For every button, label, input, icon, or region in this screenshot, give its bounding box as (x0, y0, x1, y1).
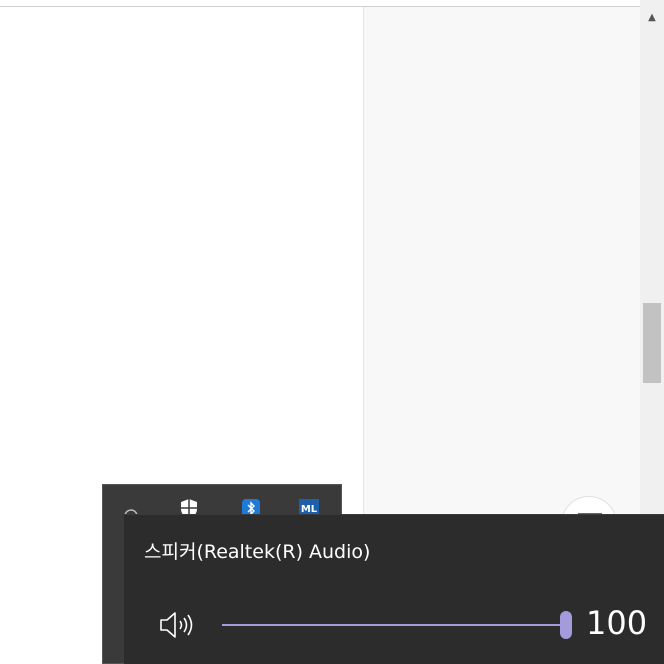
volume-slider[interactable] (222, 611, 572, 639)
scroll-thumb[interactable] (643, 303, 661, 383)
volume-slider-track[interactable] (222, 624, 566, 626)
audio-device-name[interactable]: 스피커(Realtek(R) Audio) (144, 537, 370, 564)
volume-flyout: 스피커(Realtek(R) Audio) 100 (124, 514, 664, 664)
scroll-up-arrow-icon[interactable]: ▲ (640, 8, 664, 28)
speaker-icon[interactable] (158, 609, 198, 641)
volume-level-value: 100 (586, 604, 648, 642)
volume-slider-thumb[interactable] (560, 611, 572, 639)
